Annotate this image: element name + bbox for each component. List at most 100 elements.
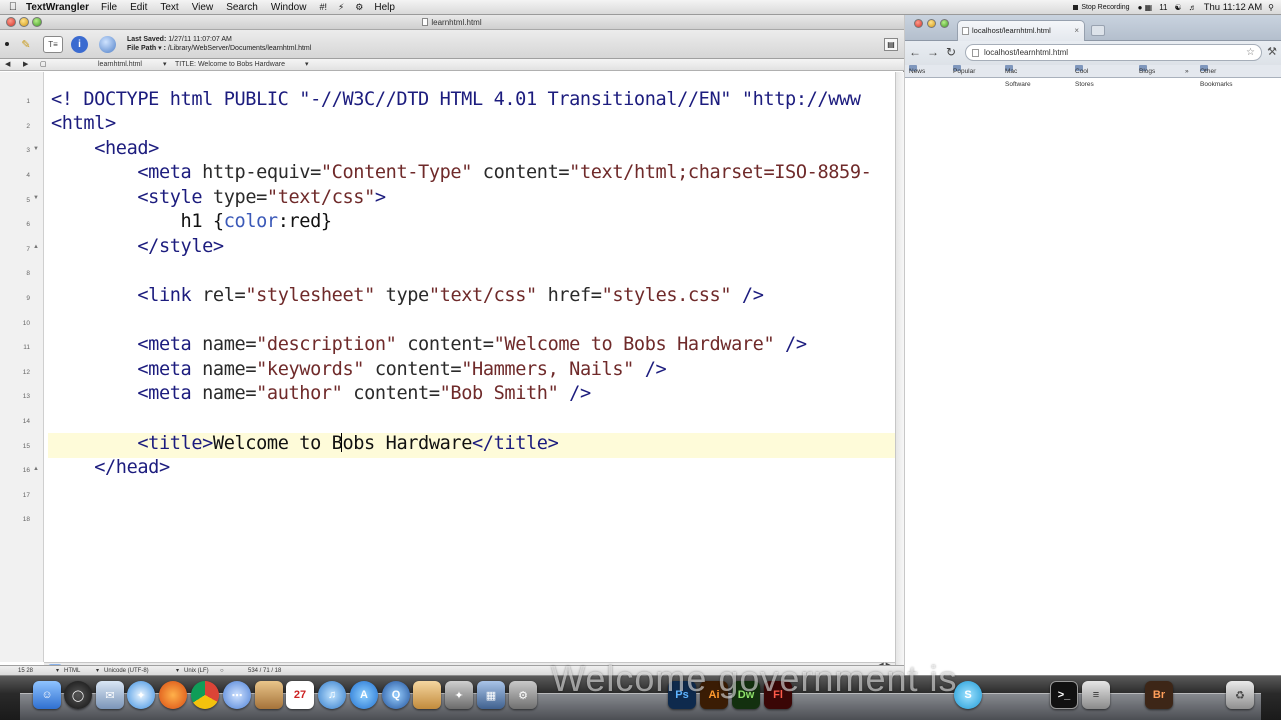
- ical-icon[interactable]: 27: [286, 681, 314, 709]
- terminal-icon[interactable]: >_: [1050, 681, 1078, 709]
- back-arrow-icon[interactable]: ←: [909, 45, 921, 59]
- safari-icon[interactable]: ✦: [127, 681, 155, 709]
- code-line-16[interactable]: </head>: [51, 456, 170, 481]
- document-menu-icon[interactable]: ▢: [40, 59, 47, 71]
- code-token: name=: [191, 383, 257, 404]
- itunes-icon[interactable]: ♫: [318, 681, 346, 709]
- mail-icon[interactable]: ✉: [96, 681, 124, 709]
- browser-close-button[interactable]: [914, 19, 923, 28]
- code-line-1[interactable]: <! DOCTYPE html PUBLIC "-//W3C//DTD HTML…: [51, 88, 861, 113]
- code-line-3[interactable]: <head>: [51, 137, 159, 162]
- address-bar[interactable]: localhost/learnhtml.html ☆: [965, 44, 1262, 61]
- firefox-icon[interactable]: [159, 681, 187, 709]
- file-path-label[interactable]: File Path ▾ :: [127, 45, 166, 52]
- menu-text[interactable]: Text: [160, 0, 178, 15]
- nav-forward-icon[interactable]: ▶: [23, 59, 28, 71]
- apple-menu-icon[interactable]: : [0, 0, 26, 15]
- menu-edit[interactable]: Edit: [130, 0, 147, 15]
- code-token: </head>: [94, 457, 170, 478]
- close-tab-icon[interactable]: ×: [1074, 21, 1079, 41]
- system-preferences-icon[interactable]: ⚙: [509, 681, 537, 709]
- code-line-15[interactable]: <title>Welcome to Bobs Hardware</title>: [51, 432, 559, 457]
- chrome-icon[interactable]: [191, 681, 219, 709]
- menubar-clock[interactable]: Thu 11:12 AM: [1204, 0, 1262, 15]
- function-popup-arrow-icon[interactable]: ▾: [305, 59, 309, 71]
- nav-back-icon[interactable]: ◀: [5, 59, 10, 71]
- code-line-9[interactable]: <link rel="stylesheet" type"text/css" hr…: [51, 284, 764, 309]
- code-line-6[interactable]: h1 {color:red}: [51, 210, 333, 235]
- dashboard-icon[interactable]: ◯: [64, 681, 92, 709]
- browser-zoom-button[interactable]: [940, 19, 949, 28]
- gear-menu-icon[interactable]: ⚙: [355, 0, 363, 15]
- preview-icon[interactable]: [413, 681, 441, 709]
- spotlight-icon[interactable]: ⚲: [1268, 0, 1274, 15]
- address-book-icon[interactable]: [255, 681, 283, 709]
- document-popup[interactable]: learnhtml.html: [98, 59, 142, 71]
- fold-open-icon[interactable]: ▼: [33, 146, 39, 152]
- line-number-gutter[interactable]: 1 2 3 ▼ 4 5 ▼ 6 7 ▲ 8 9 10 11 12 13 14 1…: [0, 72, 44, 662]
- code-line-4[interactable]: <meta http-equiv="Content-Type" content=…: [51, 161, 871, 186]
- bookmark-star-icon[interactable]: ☆: [1246, 45, 1255, 61]
- file-path-value: /Library/WebServer/Documents/learnhtml.h…: [167, 45, 312, 52]
- app-menu[interactable]: TextWrangler: [26, 0, 89, 15]
- function-popup-icon[interactable]: ▾: [163, 59, 167, 71]
- browser-tab[interactable]: localhost/learnhtml.html ×: [957, 20, 1085, 41]
- pencil-icon[interactable]: ✎: [17, 36, 35, 53]
- zoom-window-button[interactable]: [32, 17, 42, 27]
- browser-tab-strip: localhost/learnhtml.html ×: [905, 15, 1281, 41]
- ichat-icon[interactable]: ⋯: [223, 681, 251, 709]
- code-token: >: [374, 187, 386, 208]
- menu-shebang[interactable]: #!: [319, 0, 327, 15]
- stop-recording-button[interactable]: Stop Recording: [1073, 0, 1130, 15]
- reload-icon[interactable]: ↻: [946, 45, 956, 59]
- wifi-icon[interactable]: ☯: [1175, 0, 1182, 15]
- text-options-icon[interactable]: T≡: [43, 36, 63, 53]
- fold-close-icon[interactable]: ▲: [33, 244, 39, 250]
- menu-file[interactable]: File: [101, 0, 117, 15]
- wrench-menu-icon[interactable]: ⚒: [1267, 45, 1277, 58]
- code-line-13[interactable]: <meta name="author" content="Bob Smith" …: [51, 382, 591, 407]
- code-line-5[interactable]: <style type="text/css">: [51, 186, 386, 211]
- vertical-scrollbar[interactable]: [895, 72, 904, 667]
- code-token: <link: [137, 285, 192, 306]
- code-token: />: [774, 334, 807, 355]
- bridge-icon[interactable]: Br: [1145, 681, 1173, 709]
- fold-open-icon[interactable]: ▼: [33, 195, 39, 201]
- new-tab-button[interactable]: [1091, 25, 1105, 36]
- status-icons[interactable]: ● ▦: [1138, 0, 1153, 15]
- menu-window[interactable]: Window: [271, 0, 307, 15]
- quicktime-icon[interactable]: Q: [382, 681, 410, 709]
- code-token: <meta: [137, 162, 192, 183]
- minimize-window-button[interactable]: [19, 17, 29, 27]
- code-token: content=: [396, 334, 494, 355]
- code-line-7[interactable]: </style>: [51, 235, 224, 260]
- automator-icon[interactable]: ✦: [445, 681, 473, 709]
- editor-title-bar[interactable]: learnhtml.html: [0, 15, 904, 30]
- scripts-menu-icon[interactable]: ⚡: [338, 0, 344, 15]
- function-popup[interactable]: TITLE: Welcome to Bobs Hardware: [175, 59, 285, 71]
- fold-close-icon[interactable]: ▲: [33, 466, 39, 472]
- bookmarks-overflow-icon[interactable]: »: [1185, 65, 1189, 78]
- line-number: 15: [22, 443, 30, 450]
- code-line-12[interactable]: <meta name="keywords" content="Hammers, …: [51, 358, 666, 383]
- volume-icon[interactable]: ♬: [1189, 0, 1197, 15]
- menu-help[interactable]: Help: [374, 0, 395, 15]
- menu-search[interactable]: Search: [226, 0, 258, 15]
- forward-arrow-icon[interactable]: →: [927, 45, 939, 59]
- code-line-11[interactable]: <meta name="description" content="Welcom…: [51, 333, 807, 358]
- finder-icon[interactable]: ☺: [33, 681, 61, 709]
- preview-in-browser-icon[interactable]: [99, 36, 116, 53]
- trash-icon[interactable]: ♻: [1226, 681, 1254, 709]
- calculator-icon[interactable]: ≡: [1082, 681, 1110, 709]
- code-line-2[interactable]: <html>: [51, 112, 116, 137]
- code-token: "Hammers, Nails": [461, 359, 634, 380]
- split-view-icon[interactable]: ▤: [884, 38, 898, 51]
- info-icon[interactable]: i: [71, 36, 88, 53]
- menu-view[interactable]: View: [192, 0, 214, 15]
- browser-minimize-button[interactable]: [927, 19, 936, 28]
- expose-icon[interactable]: ▦: [477, 681, 505, 709]
- code-editor[interactable]: <! DOCTYPE html PUBLIC "-//W3C//DTD HTML…: [44, 72, 895, 662]
- close-window-button[interactable]: [6, 17, 16, 27]
- app-store-icon[interactable]: A: [350, 681, 378, 709]
- skype-icon[interactable]: S: [954, 681, 982, 709]
